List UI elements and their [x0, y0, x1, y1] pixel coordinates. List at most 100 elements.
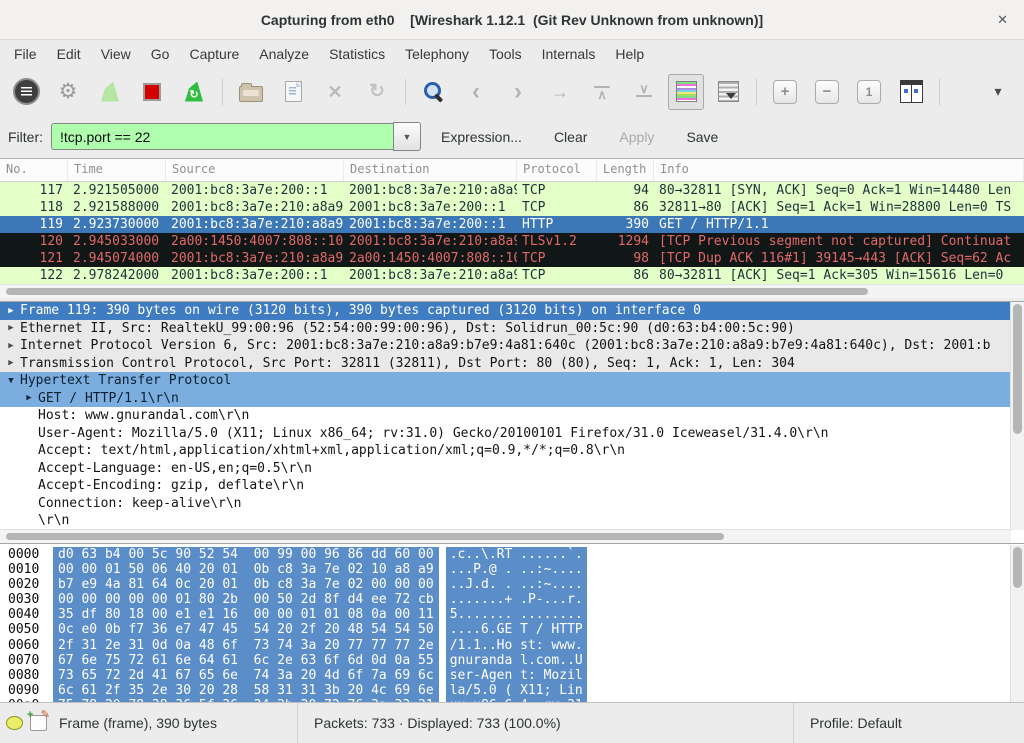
apply-button[interactable]: Apply — [619, 129, 654, 145]
toolbar-button-zoom-100[interactable]: 1 — [851, 74, 887, 110]
toolbar-button-capture-stop[interactable] — [134, 74, 170, 110]
packet-row[interactable]: 1172.9215050002001:bc8:3a7e:200::12001:b… — [0, 182, 1024, 199]
hex-ascii[interactable]: ux x86_6 4; rv:31 — [446, 698, 587, 702]
detail-row[interactable]: ▶Frame 119: 390 bytes on wire (3120 bits… — [0, 302, 1024, 320]
scrollbar-thumb[interactable] — [6, 288, 868, 295]
hex-ascii[interactable]: 5....... ........ — [446, 607, 587, 622]
save-button[interactable]: Save — [686, 129, 718, 145]
detail-row[interactable]: Host: www.gnurandal.com\r\n — [0, 407, 1024, 425]
menu-help[interactable]: Help — [605, 42, 654, 66]
menu-view[interactable]: View — [91, 42, 141, 66]
toolbar-button-go-to-packet[interactable]: → — [542, 74, 578, 110]
hex-ascii[interactable]: gnuranda l.com..U — [446, 653, 587, 668]
expert-info-icon[interactable] — [6, 716, 23, 730]
expander-icon[interactable]: ▶ — [5, 323, 17, 333]
toolbar-button-capture-start[interactable] — [92, 74, 128, 110]
toolbar-button-zoom-in[interactable]: + — [767, 74, 803, 110]
hex-bytes[interactable]: 73 65 72 2d 41 67 65 6e 74 3a 20 4d 6f 7… — [53, 668, 439, 683]
detail-row[interactable]: ▶Transmission Control Protocol, Src Port… — [0, 355, 1024, 373]
toolbar-button-go-to-bottom[interactable]: ∨ — [626, 74, 662, 110]
packet-row[interactable]: 1192.9237300002001:bc8:3a7e:210:a8a92001… — [0, 216, 1024, 233]
hex-ascii[interactable]: /1.1..Ho st: www. — [446, 638, 587, 653]
hex-bytes[interactable]: 6c 61 2f 35 2e 30 20 28 58 31 31 3b 20 4… — [53, 683, 439, 698]
detail-row[interactable]: \r\n — [0, 512, 1024, 530]
menu-capture[interactable]: Capture — [179, 42, 249, 66]
packet-row[interactable]: 1182.9215880002001:bc8:3a7e:210:a8a92001… — [0, 199, 1024, 216]
packet-row[interactable]: 1212.9450740002001:bc8:3a7e:210:a8a92a00… — [0, 250, 1024, 267]
annotate-capture-icon[interactable]: + ✎ — [30, 715, 47, 731]
toolbar-button-go-to-top[interactable]: ∧ — [584, 74, 620, 110]
toolbar-button-capture-restart[interactable]: ↻ — [176, 74, 212, 110]
menu-internals[interactable]: Internals — [532, 42, 606, 66]
column-header-info[interactable]: Info — [654, 159, 1024, 181]
toolbar-button-capture-options[interactable]: ⚙ — [50, 74, 86, 110]
expander-icon[interactable]: ▶ — [5, 306, 17, 316]
toolbar-button-list-interfaces[interactable] — [8, 74, 44, 110]
toolbar-button-open-capture[interactable] — [233, 74, 269, 110]
menu-tools[interactable]: Tools — [479, 42, 532, 66]
menu-edit[interactable]: Edit — [47, 42, 91, 66]
scrollbar-thumb[interactable] — [6, 533, 724, 540]
toolbar-button-go-back[interactable]: ‹ — [458, 74, 494, 110]
scrollbar-thumb[interactable] — [1013, 304, 1022, 434]
close-window-button[interactable]: ✕ — [989, 0, 1016, 39]
hex-bytes[interactable]: b7 e9 4a 81 64 0c 20 01 0b c8 3a 7e 02 0… — [53, 577, 439, 592]
detail-row[interactable]: Accept: text/html,application/xhtml+xml,… — [0, 442, 1024, 460]
scrollbar-thumb[interactable] — [1013, 547, 1022, 588]
hex-ascii[interactable]: la/5.0 ( X11; Lin — [446, 683, 587, 698]
toolbar-button-auto-scroll[interactable] — [710, 74, 746, 110]
column-header-destination[interactable]: Destination — [344, 159, 517, 181]
column-header-length[interactable]: Length — [597, 159, 654, 181]
detail-row[interactable]: ▶GET / HTTP/1.1\r\n — [0, 390, 1024, 408]
toolbar-button-reload-capture[interactable]: ↻ — [359, 74, 395, 110]
detail-row[interactable]: Accept-Encoding: gzip, deflate\r\n — [0, 477, 1024, 495]
hex-bytes[interactable]: 75 78 20 78 38 36 5f 36 34 3b 20 72 76 3… — [53, 698, 439, 702]
hex-bytes[interactable]: d0 63 b4 00 5c 90 52 54 00 99 00 96 86 d… — [53, 547, 439, 562]
hex-bytes[interactable]: 67 6e 75 72 61 6e 64 61 6c 2e 63 6f 6d 0… — [53, 653, 439, 668]
packet-row[interactable]: 1222.9782420002001:bc8:3a7e:200::12001:b… — [0, 267, 1024, 284]
hex-ascii[interactable]: ..J.d. . ..:~.... — [446, 577, 587, 592]
toolbar-button-resize-columns[interactable] — [893, 74, 929, 110]
expander-icon[interactable]: ▶ — [5, 341, 17, 351]
detail-row[interactable]: User-Agent: Mozilla/5.0 (X11; Linux x86_… — [0, 425, 1024, 443]
hex-bytes[interactable]: 2f 31 2e 31 0d 0a 48 6f 73 74 3a 20 77 7… — [53, 638, 439, 653]
menu-analyze[interactable]: Analyze — [249, 42, 319, 66]
expander-icon[interactable]: ▼ — [5, 376, 17, 386]
expander-icon[interactable]: ▶ — [5, 358, 17, 368]
detail-row[interactable]: Connection: keep-alive\r\n — [0, 495, 1024, 513]
detail-row[interactable]: ▶Ethernet II, Src: RealtekU_99:00:96 (52… — [0, 320, 1024, 338]
expression-button[interactable]: Expression... — [441, 129, 522, 145]
detail-row[interactable]: ▶Internet Protocol Version 6, Src: 2001:… — [0, 337, 1024, 355]
toolbar-button-zoom-out[interactable]: − — [809, 74, 845, 110]
clear-button[interactable]: Clear — [554, 129, 587, 145]
menu-statistics[interactable]: Statistics — [319, 42, 395, 66]
packet-row[interactable]: 1202.9450330002a00:1450:4007:808::102001… — [0, 233, 1024, 250]
detail-row[interactable]: ▼Hypertext Transfer Protocol — [0, 372, 1024, 390]
column-header-protocol[interactable]: Protocol — [517, 159, 597, 181]
hex-ascii[interactable]: .c..\.RT ......`. — [446, 547, 587, 562]
hex-ascii[interactable]: ser-Agen t: Mozil — [446, 668, 587, 683]
hex-bytes[interactable]: 35 df 80 18 00 e1 e1 16 00 00 01 01 08 0… — [53, 607, 439, 622]
toolbar-button-colorize[interactable] — [668, 74, 704, 110]
hex-ascii[interactable]: ...P.@ . ..:~.... — [446, 562, 587, 577]
hex-bytes[interactable]: 0c e0 0b f7 36 e7 47 45 54 20 2f 20 48 5… — [53, 622, 439, 637]
hex-bytes[interactable]: 00 00 00 00 00 01 80 2b 00 50 2d 8f d4 e… — [53, 592, 439, 607]
menu-file[interactable]: File — [4, 42, 47, 66]
menu-go[interactable]: Go — [141, 42, 180, 66]
column-header-no[interactable]: No. — [0, 159, 68, 181]
hex-bytes[interactable]: 00 00 01 50 06 40 20 01 0b c8 3a 7e 02 1… — [53, 562, 439, 577]
toolbar-button-go-forward[interactable]: › — [500, 74, 536, 110]
toolbar-button-close-capture[interactable]: ✕ — [317, 74, 353, 110]
hex-ascii[interactable]: ....6.GE T / HTTP — [446, 622, 587, 637]
column-header-source[interactable]: Source — [166, 159, 344, 181]
menu-telephony[interactable]: Telephony — [395, 42, 479, 66]
expander-icon[interactable]: ▶ — [23, 393, 35, 403]
hex-ascii[interactable]: .......+ .P-...r. — [446, 592, 587, 607]
column-header-time[interactable]: Time — [68, 159, 166, 181]
toolbar-button-save-capture[interactable] — [275, 74, 311, 110]
detail-row[interactable]: Accept-Language: en-US,en;q=0.5\r\n — [0, 460, 1024, 478]
toolbar-button-find-packet[interactable] — [416, 74, 452, 110]
toolbar-button-toolbar-overflow[interactable]: ▾ — [980, 74, 1016, 110]
filter-dropdown-button[interactable]: ▼ — [393, 122, 421, 151]
filter-input[interactable] — [51, 123, 393, 150]
